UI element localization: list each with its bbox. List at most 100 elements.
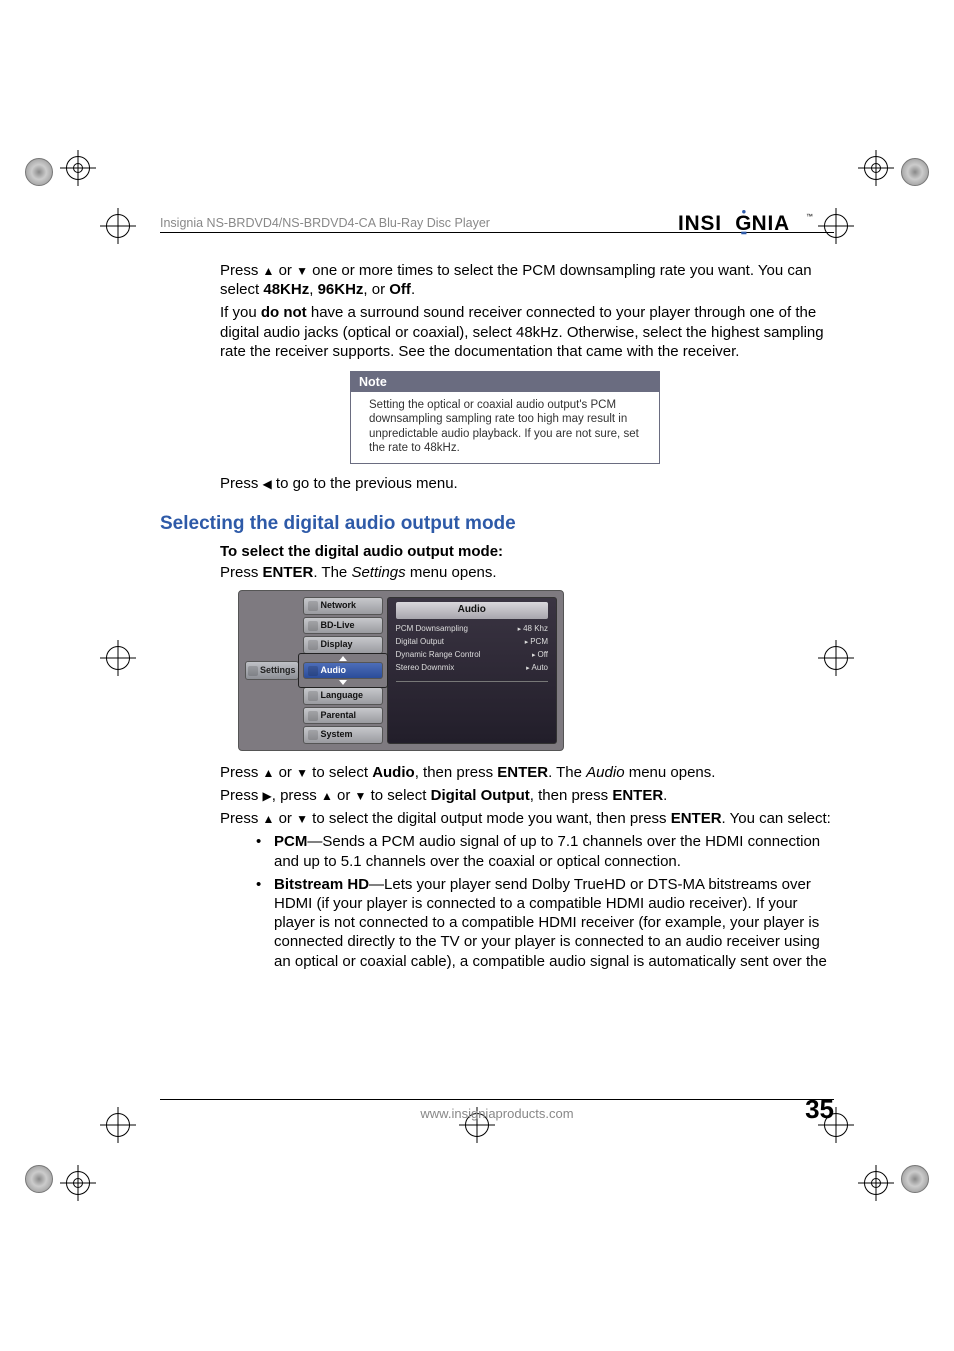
osd-label: Network [321, 600, 357, 612]
crop-mark [60, 150, 96, 186]
osd-menu-display: Display [303, 636, 383, 654]
text: , or [363, 281, 389, 298]
text: menu opens. [406, 564, 497, 581]
text: Press [220, 564, 263, 581]
text: . You can select: [722, 810, 831, 827]
text: or [274, 810, 296, 827]
osd-row: Stereo Downmix Auto [396, 662, 548, 675]
crop-mark [100, 640, 136, 676]
text: menu opens. [625, 764, 716, 781]
osd-label: Audio [321, 665, 347, 677]
osd-screenshot: Settings Network BD-Live Display Audio L… [238, 590, 564, 751]
text: , [309, 281, 317, 298]
text: to select the digital output mode you wa… [308, 810, 671, 827]
text: . [411, 281, 415, 298]
text-bold: Off [389, 281, 411, 298]
body-text: Press ▲ or ▼ one or more times to select… [160, 261, 834, 971]
gear-icon [248, 666, 258, 676]
page-content: Insignia NS-BRDVD4/NS-BRDVD4-CA Blu-Ray … [160, 210, 834, 1121]
page-header: Insignia NS-BRDVD4/NS-BRDVD4-CA Blu-Ray … [160, 210, 834, 233]
osd-panel: Audio PCM Downsampling 48 Khz Digital Out… [387, 597, 557, 744]
down-arrow-icon: ▼ [296, 264, 308, 278]
text: Press [220, 262, 263, 279]
note-box: Note Setting the optical or coaxial audi… [350, 371, 660, 465]
system-icon [308, 730, 318, 740]
osd-row: PCM Downsampling 48 Khz [396, 623, 548, 636]
text-bold: ENTER [497, 764, 548, 781]
disc-icon [308, 621, 318, 631]
text: or [274, 764, 296, 781]
svg-text:INSI: INSI [678, 212, 722, 235]
osd-menu-network: Network [303, 597, 383, 615]
osd-menu-system: System [303, 726, 383, 744]
osd-row: Dynamic Range ControlOff [396, 649, 548, 662]
down-arrow-icon: ▼ [296, 812, 308, 826]
down-arrow-icon: ▼ [355, 789, 367, 803]
text: Press [220, 475, 263, 492]
language-icon [308, 691, 318, 701]
paragraph: Press ▲ or ▼ one or more times to select… [220, 261, 834, 299]
osd-label: BD-Live [321, 620, 355, 632]
text: Press [220, 810, 263, 827]
text: , press [272, 787, 321, 804]
paragraph: Press ◀ to go to the previous menu. [220, 474, 834, 493]
up-arrow-icon: ▲ [263, 264, 275, 278]
osd-label: Parental [321, 710, 357, 722]
text-bold: ENTER [612, 787, 663, 804]
text: Press [220, 787, 263, 804]
osd-value: Auto [526, 663, 548, 674]
page-number: 35 [805, 1094, 834, 1125]
text: . The [548, 764, 586, 781]
registration-mark [25, 1165, 53, 1193]
list-item: PCM—Sends a PCM audio signal of up to 7.… [256, 832, 834, 870]
text: Press [220, 764, 263, 781]
note-text: Setting the optical or coaxial audio out… [351, 392, 659, 464]
osd-panel-title: Audio [396, 602, 548, 619]
osd-menu-bdlive: BD-Live [303, 617, 383, 635]
text: to go to the previous menu. [272, 475, 458, 492]
osd-value: 48 Khz [518, 624, 548, 635]
display-icon [308, 640, 318, 650]
registration-mark [901, 1165, 929, 1193]
crop-mark [858, 150, 894, 186]
text: to select [308, 764, 372, 781]
paragraph: If you do not have a surround sound rece… [220, 303, 834, 361]
up-arrow-icon [339, 656, 347, 661]
text-bold: 96KHz [318, 281, 364, 298]
crop-mark [100, 208, 136, 244]
footer-url: www.insigniaproducts.com [420, 1106, 573, 1121]
svg-text:NIA: NIA [752, 212, 790, 235]
text-bold: ENTER [671, 810, 722, 827]
registration-mark [901, 158, 929, 186]
osd-row: Digital OutputPCM [396, 636, 548, 649]
text-bold: 48KHz [263, 281, 309, 298]
text-bold: Digital Output [431, 787, 530, 804]
text: , then press [415, 764, 498, 781]
text: have a surround sound receiver connected… [220, 304, 824, 359]
text-bold: Audio [372, 764, 415, 781]
text: or [333, 787, 355, 804]
osd-key: Digital Output [396, 637, 444, 648]
bullet-list: PCM—Sends a PCM audio signal of up to 7.… [256, 832, 834, 970]
text: . [663, 787, 667, 804]
divider [396, 681, 548, 682]
osd-settings-tab: Settings [245, 661, 299, 681]
up-arrow-icon: ▲ [263, 766, 275, 780]
text: or [274, 262, 296, 279]
osd-menu-parental: Parental [303, 707, 383, 725]
step-text: Press ▲ or ▼ to select Audio, then press… [220, 763, 834, 782]
svg-text:G: G [735, 212, 751, 235]
step-text: Press ▶, press ▲ or ▼ to select Digital … [220, 786, 834, 805]
svg-text:™: ™ [806, 214, 813, 221]
step-text: Press ENTER. The Settings menu opens. [220, 563, 834, 582]
osd-key: Stereo Downmix [396, 663, 455, 674]
document-title: Insignia NS-BRDVD4/NS-BRDVD4-CA Blu-Ray … [160, 216, 490, 230]
text-italic: Settings [351, 564, 405, 581]
osd-menu-audio: Audio [303, 662, 383, 680]
osd-key: PCM Downsampling [396, 624, 468, 635]
text: —Sends a PCM audio signal of up to 7.1 c… [274, 833, 820, 869]
text-bold: do not [261, 304, 307, 321]
page-footer: www.insigniaproducts.com 35 [160, 1099, 834, 1121]
osd-label: Language [321, 690, 364, 702]
network-icon [308, 601, 318, 611]
